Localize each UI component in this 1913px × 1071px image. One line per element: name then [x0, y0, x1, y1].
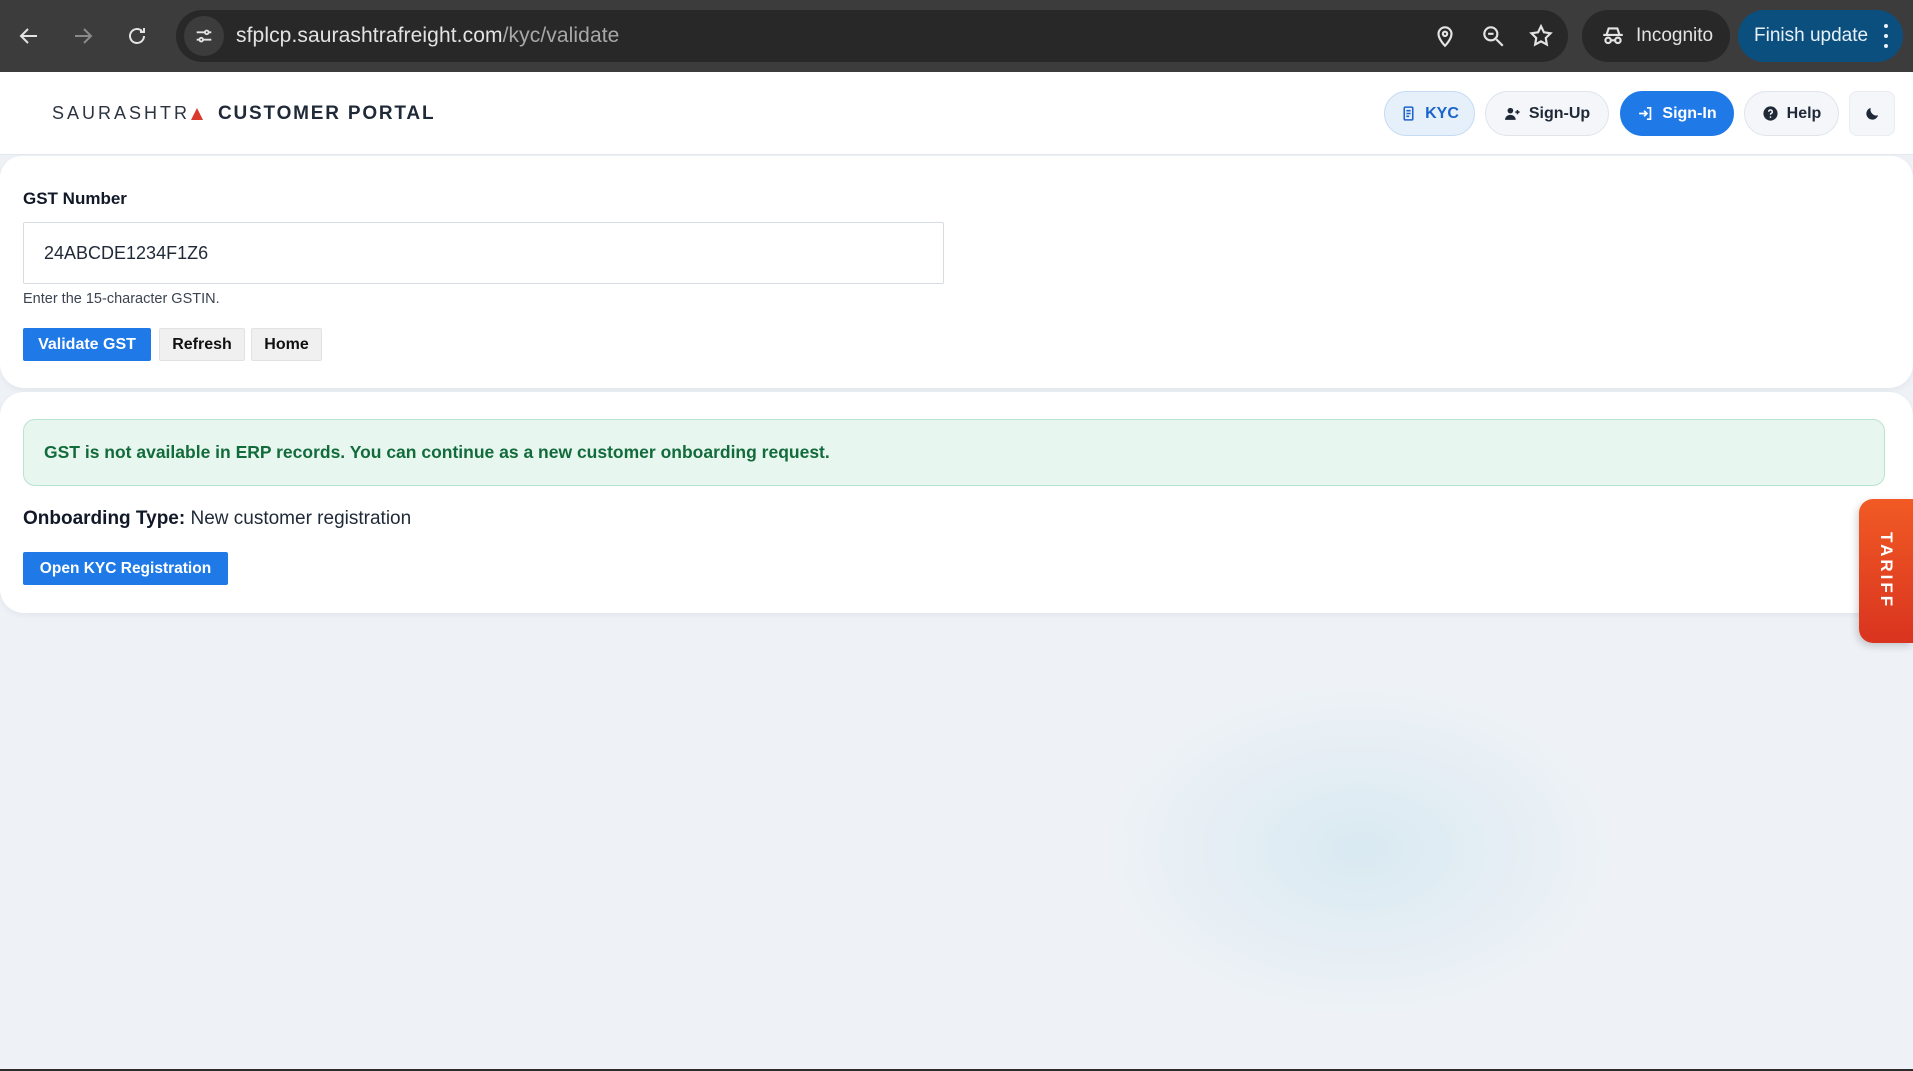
tariff-label: TARIFF	[1877, 532, 1896, 610]
help-label: Help	[1786, 104, 1822, 122]
validate-gst-button[interactable]: Validate GST	[23, 328, 151, 361]
home-button[interactable]: Home	[251, 328, 322, 361]
kyc-label: KYC	[1425, 104, 1459, 122]
help-circle-icon	[1763, 106, 1778, 121]
location-pin-icon[interactable]	[1432, 23, 1458, 49]
moon-icon	[1865, 107, 1878, 120]
onboarding-type-label: Onboarding Type:	[23, 508, 186, 529]
gst-status-message: GST is not available in ERP records. You…	[44, 442, 830, 462]
background-glow	[1100, 680, 1620, 1020]
incognito-label: Incognito	[1636, 25, 1714, 46]
zoom-icon[interactable]	[1480, 23, 1506, 49]
gst-status-alert: GST is not available in ERP records. You…	[23, 419, 1885, 486]
finish-update-label: Finish update	[1754, 25, 1869, 46]
signup-label: Sign-Up	[1528, 104, 1591, 122]
onboarding-type: Onboarding Type: New customer registrati…	[23, 508, 411, 530]
gst-help-text: Enter the 15-character GSTIN.	[23, 291, 220, 307]
incognito-icon	[1603, 27, 1623, 45]
reload-icon	[129, 28, 145, 44]
site-info-button[interactable]	[184, 16, 224, 56]
onboarding-type-value: New customer registration	[190, 508, 412, 529]
validation-result-card: GST is not available in ERP records. You…	[0, 392, 1913, 613]
theme-toggle-button[interactable]	[1849, 91, 1895, 136]
back-button[interactable]	[2, 0, 56, 72]
kyc-button[interactable]: KYC	[1384, 91, 1475, 136]
signup-button[interactable]: Sign-Up	[1485, 91, 1609, 136]
arrow-right-icon	[75, 28, 93, 44]
forward-button[interactable]	[56, 0, 110, 72]
url-text[interactable]: sfplcp.saurashtrafreight.com/kyc/validat…	[236, 24, 619, 48]
site-header: SAURASHTR CUSTOMER PORTAL KYC Sign-Up Si…	[0, 72, 1913, 155]
help-button[interactable]: Help	[1744, 91, 1839, 136]
logo-triangle-icon	[191, 107, 204, 120]
portal-title: CUSTOMER PORTAL	[218, 102, 436, 124]
sign-in-icon	[1639, 106, 1652, 121]
signin-button[interactable]: Sign-In	[1620, 91, 1734, 136]
brand-text: SAURASHTR	[52, 103, 191, 123]
refresh-button[interactable]: Refresh	[159, 328, 245, 361]
brand-logo[interactable]: SAURASHTR	[52, 72, 204, 155]
arrow-left-icon	[19, 28, 37, 44]
finish-update-button[interactable]: Finish update	[1738, 10, 1903, 62]
reload-button[interactable]	[110, 0, 164, 72]
open-kyc-registration-button[interactable]: Open KYC Registration	[23, 552, 228, 585]
gst-validation-card: GST Number Enter the 15-character GSTIN.…	[0, 156, 1913, 388]
browser-toolbar: sfplcp.saurashtrafreight.com/kyc/validat…	[0, 0, 1913, 72]
bookmark-star-icon[interactable]	[1528, 23, 1554, 49]
user-plus-icon	[1504, 107, 1520, 120]
gst-number-input[interactable]	[23, 222, 944, 284]
document-icon	[1403, 106, 1414, 121]
signin-label: Sign-In	[1662, 104, 1717, 122]
more-vert-icon	[1883, 24, 1889, 48]
tariff-side-tab[interactable]: TARIFF	[1859, 499, 1913, 643]
tune-icon	[196, 29, 212, 43]
incognito-indicator[interactable]: Incognito	[1582, 10, 1730, 62]
gst-number-label: GST Number	[23, 189, 127, 208]
address-bar[interactable]: sfplcp.saurashtrafreight.com/kyc/validat…	[176, 10, 1568, 62]
